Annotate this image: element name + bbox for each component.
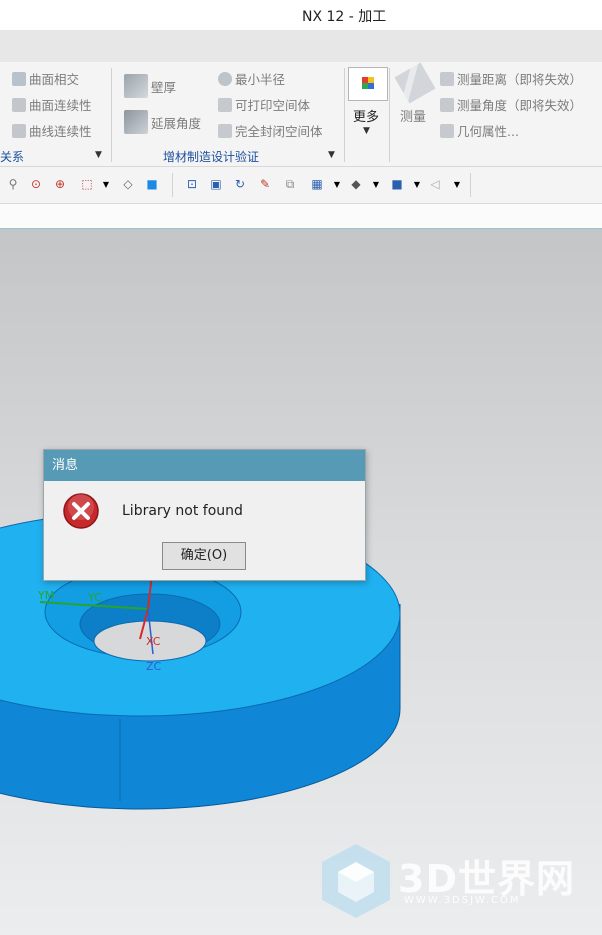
wireframe-icon[interactable]: ◇ (121, 177, 135, 191)
enclosed-volume-icon (218, 123, 232, 138)
measure-angle-label: 测量角度（即将失效） (457, 98, 583, 113)
more-label[interactable]: 更多 (353, 106, 379, 125)
shaded-cube-icon[interactable]: ■ (390, 177, 404, 191)
surface-continuity-button[interactable]: 曲面连续性 (12, 95, 92, 114)
watermark: 3D世界网 WWW.3DSJW.COM (318, 840, 588, 920)
rectangle-select-icon[interactable]: ⬚ (80, 177, 94, 191)
solid-cube-icon[interactable]: ■ (145, 177, 159, 191)
toolbar-divider (470, 173, 471, 197)
section-dropdown[interactable]: ▼ (450, 177, 464, 191)
measure-angle-button[interactable]: 测量角度（即将失效） (440, 95, 582, 114)
minimum-radius-icon (218, 71, 232, 86)
layer-dropdown[interactable]: ▼ (330, 177, 344, 191)
draft-angle-button[interactable]: 延展角度 (124, 110, 201, 134)
surface-intersection-icon (12, 71, 26, 86)
watermark-url: WWW.3DSJW.COM (404, 895, 521, 906)
surface-continuity-icon (12, 97, 26, 112)
select-dropdown[interactable]: ▼ (99, 177, 113, 191)
layer-settings-icon[interactable]: ▦ (310, 177, 324, 191)
axis-label-zc: ZC (146, 660, 162, 673)
draft-angle-label: 延展角度 (151, 115, 202, 131)
dialog-title[interactable]: 消息 (44, 450, 365, 481)
ribbon: 曲面相交 曲面连续性 曲线连续性 关系 ▼ 壁厚 延展角度 最小半径 可打印空间… (0, 62, 602, 167)
measure-distance-icon (440, 71, 454, 86)
fit-view-icon[interactable]: ⊡ (185, 177, 199, 191)
measure-distance-label: 测量距离（即将失效） (457, 72, 583, 87)
minimum-radius-button[interactable]: 最小半径 (218, 69, 285, 88)
wall-thickness-button[interactable]: 壁厚 (124, 74, 176, 98)
section-view-icon[interactable]: ◁ (428, 177, 442, 191)
selection-toolbar: ⚲ ⊙ ⊕ ⬚ ▼ ◇ ■ ⊡ ▣ ↻ ✎ ⧉ ▦ ▼ ◆ ▼ ■ ▼ ◁ ▼ (0, 167, 602, 204)
pan-icon[interactable]: ✎ (258, 177, 272, 191)
axis-label-yc: YC (87, 591, 102, 604)
surface-continuity-label: 曲面连续性 (29, 98, 92, 113)
graphics-viewport[interactable]: YM YC XC ZC (0, 229, 602, 935)
minimum-radius-label: 最小半径 (235, 72, 286, 87)
window-title: NX 12 - 加工 (302, 9, 387, 25)
color-ruler-icon (362, 77, 374, 89)
more-dropdown[interactable]: ▼ (363, 126, 370, 136)
error-icon (63, 493, 99, 529)
measure-icon (394, 62, 436, 104)
geometry-properties-icon (440, 123, 454, 138)
shaded-dropdown[interactable]: ▼ (410, 177, 424, 191)
am-validation-group-label: 增材制造设计验证 (163, 150, 260, 164)
toolbar-divider (172, 173, 173, 197)
geometry-properties-button[interactable]: 几何属性... (440, 121, 519, 140)
relations-group-dropdown[interactable]: ▼ (95, 150, 102, 160)
printable-volume-label: 可打印空间体 (235, 98, 311, 113)
graphics-tab-strip (0, 204, 602, 229)
surface-intersection-button[interactable]: 曲面相交 (12, 69, 79, 88)
surface-intersection-label: 曲面相交 (29, 72, 80, 87)
ribbon-tab-strip (0, 30, 602, 63)
intersection-point-icon[interactable]: ⊕ (53, 177, 67, 191)
draft-angle-icon (124, 110, 148, 134)
enclosed-volume-button[interactable]: 完全封闭空间体 (218, 121, 323, 140)
wall-thickness-label: 壁厚 (151, 79, 177, 95)
curve-continuity-label: 曲线连续性 (29, 124, 92, 139)
printable-volume-icon (218, 97, 232, 112)
part-model: YM YC XC ZC (0, 511, 401, 810)
enclosed-volume-label: 完全封闭空间体 (235, 124, 323, 139)
geometry-properties-label: 几何属性... (457, 124, 519, 139)
title-bar: NX 12 - 加工 (0, 0, 602, 30)
measure-button[interactable]: 测量 (400, 106, 426, 125)
curve-continuity-icon (12, 123, 26, 138)
message-dialog: 消息 Library not found 确定(O) (43, 449, 366, 581)
watermark-cube-logo (322, 844, 390, 918)
zoom-window-icon[interactable]: ▣ (209, 177, 223, 191)
snap-point-icon[interactable]: ⚲ (6, 177, 20, 191)
point-on-curve-icon[interactable]: ⊙ (29, 177, 43, 191)
ok-button[interactable]: 确定(O) (162, 542, 246, 570)
view-orient-icon[interactable]: ⧉ (283, 177, 297, 191)
rotate-icon[interactable]: ↻ (233, 177, 247, 191)
group-divider (389, 68, 390, 162)
printable-volume-button[interactable]: 可打印空间体 (218, 95, 310, 114)
axis-label-xc: XC (146, 635, 161, 648)
render-style-dropdown[interactable]: ▼ (369, 177, 383, 191)
measure-distance-button[interactable]: 测量距离（即将失效） (440, 69, 582, 88)
dialog-message: Library not found (122, 503, 243, 519)
render-style-icon[interactable]: ◆ (349, 177, 363, 191)
relations-group-label: 关系 (0, 150, 25, 164)
more-gallery-button[interactable] (348, 67, 388, 101)
group-divider (344, 68, 345, 162)
wall-thickness-icon (124, 74, 148, 98)
measure-angle-icon (440, 97, 454, 112)
curve-continuity-button[interactable]: 曲线连续性 (12, 121, 92, 140)
group-divider (111, 68, 112, 162)
am-validation-group-dropdown[interactable]: ▼ (328, 150, 335, 160)
axis-label-ym: YM (37, 589, 54, 602)
